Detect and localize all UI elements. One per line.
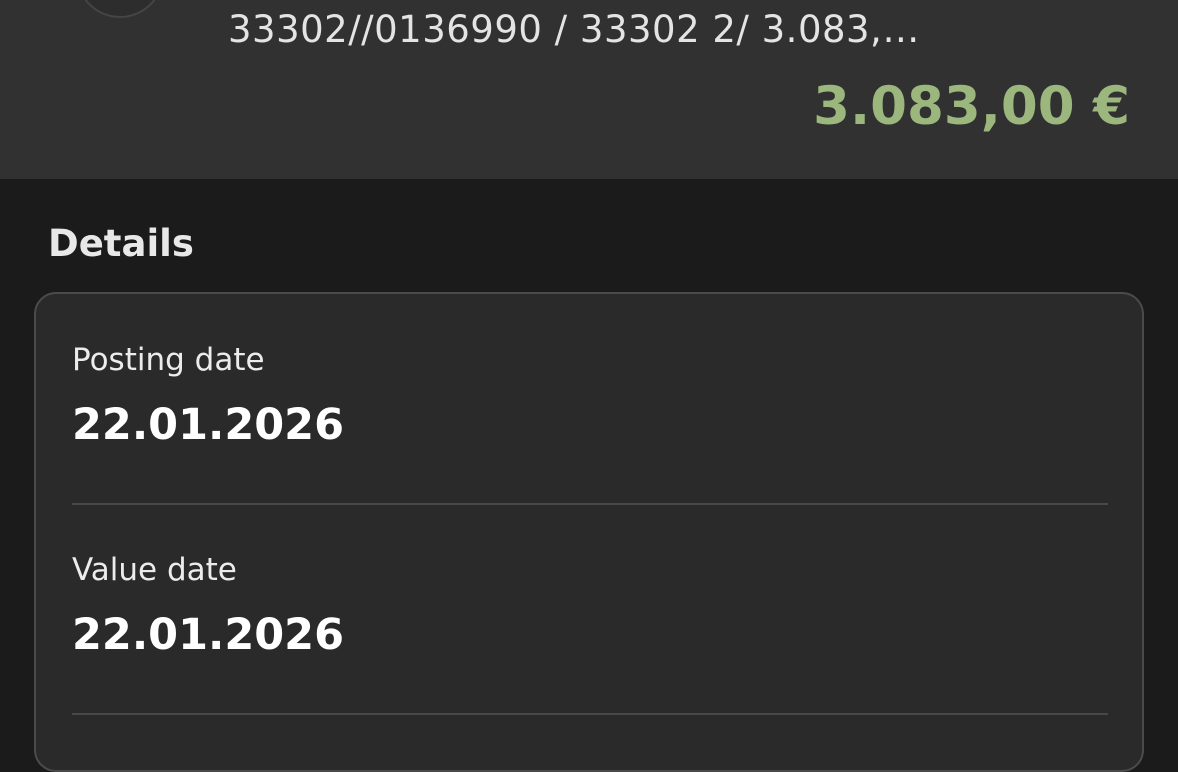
posting-date-label: Posting date [72, 342, 265, 378]
posting-date-field: Posting date 22.01.2026 [72, 342, 1108, 450]
value-date-field: Value date 22.01.2026 [72, 552, 1108, 660]
transaction-header: 33302//0136990 / 33302 2/ 3.083,… 3.083,… [0, 0, 1178, 179]
field-divider [72, 713, 1108, 715]
details-section-title: Details [48, 222, 194, 265]
counterparty-avatar [76, 0, 164, 18]
posting-date-value: 22.01.2026 [72, 400, 345, 450]
transaction-reference: 33302//0136990 / 33302 2/ 3.083,… [228, 8, 920, 51]
value-date-label: Value date [72, 552, 237, 588]
details-card: Posting date 22.01.2026 Value date 22.01… [34, 292, 1144, 772]
field-divider [72, 503, 1108, 505]
value-date-value: 22.01.2026 [72, 610, 345, 660]
transaction-amount: 3.083,00 € [813, 76, 1130, 137]
